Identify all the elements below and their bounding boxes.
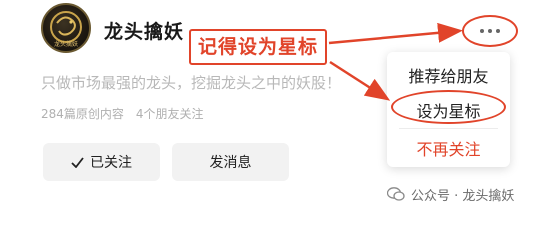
watermark: 公众号 · 龙头擒妖 — [387, 185, 514, 204]
arrow-to-star-item — [329, 60, 391, 101]
arrow-to-more-button — [328, 22, 463, 45]
wechat-icon — [387, 187, 405, 201]
watermark-text: 公众号 · 龙头擒妖 — [411, 189, 515, 204]
